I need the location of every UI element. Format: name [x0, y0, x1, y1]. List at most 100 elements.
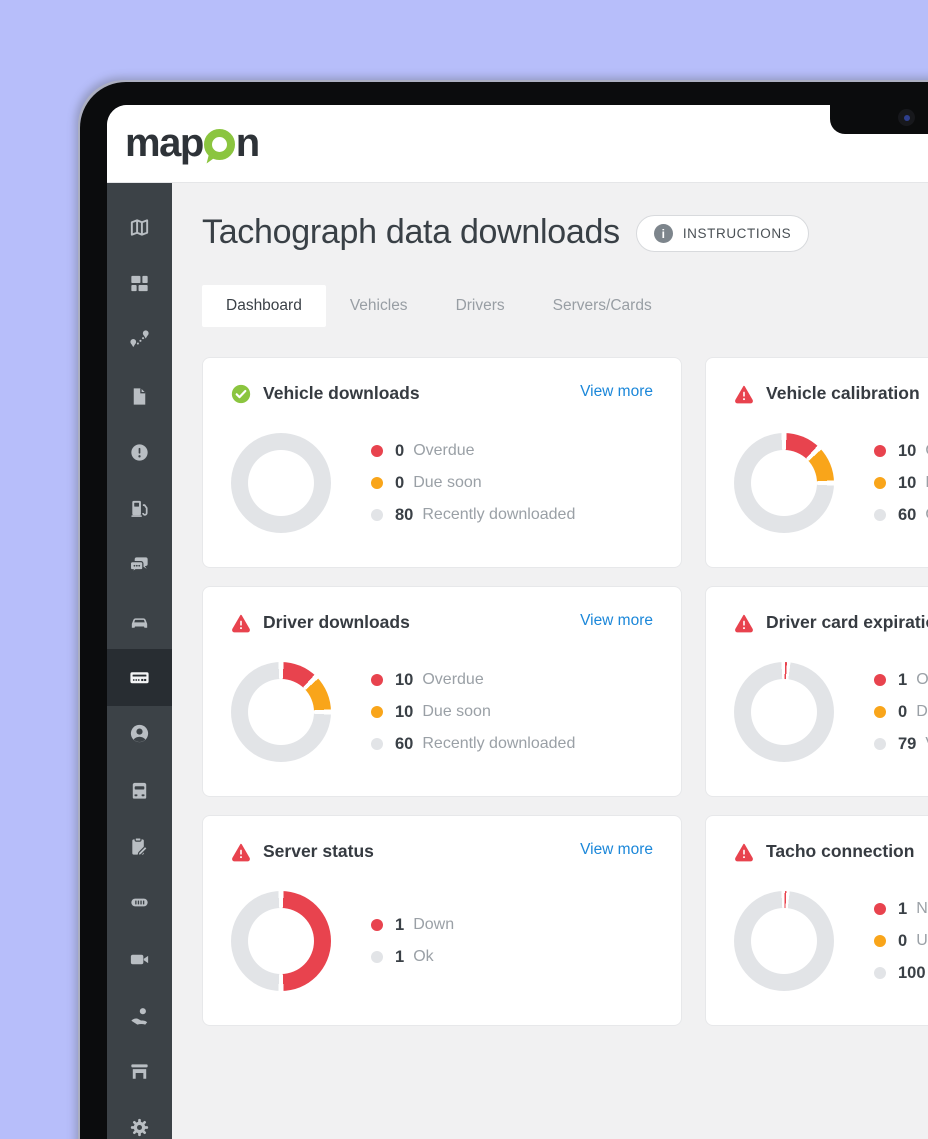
legend-dot [874, 674, 886, 686]
legend-row: 60Ok [874, 506, 928, 525]
card-server-status: Server status View more 1Down 1Ok [202, 815, 682, 1026]
warning-icon [734, 842, 754, 862]
legend-row: 100Ok [874, 964, 928, 983]
success-icon [231, 384, 251, 404]
legend-row: 0Overdue [371, 442, 575, 461]
view-more-link[interactable]: View more [580, 841, 653, 859]
tab-vehicles[interactable]: Vehicles [326, 285, 432, 327]
card-title: Driver card expiration [766, 612, 928, 633]
view-more-link[interactable]: View more [580, 612, 653, 630]
sidebar-item-routes[interactable] [107, 312, 172, 368]
tab-servers-cards[interactable]: Servers/Cards [529, 285, 676, 327]
main-content: Tachograph data downloads i INSTRUCTIONS… [172, 183, 928, 1139]
card-vehicle-downloads: Vehicle downloads View more 0Overdue 0Du… [202, 357, 682, 568]
legend-dot [371, 445, 383, 457]
legend-row: 0Due soon [874, 703, 928, 722]
sidebar-item-hardware[interactable] [107, 875, 172, 931]
vehicles-icon [128, 610, 151, 633]
donut-chart [231, 891, 331, 991]
legend-row: 0Unstable [874, 932, 928, 951]
dashboard-grid: Vehicle downloads View more 0Overdue 0Du… [202, 357, 928, 1026]
legend-row: 10Overdue [874, 442, 928, 461]
fuel-icon [128, 497, 151, 520]
donut-chart [734, 433, 834, 533]
legend-row: 0Due soon [371, 474, 575, 493]
legend-row: 1Overdue [874, 671, 928, 690]
view-more-link[interactable]: View more [580, 383, 653, 401]
logo-text-left: map [125, 121, 203, 166]
sidebar-item-tachograph[interactable] [107, 649, 172, 705]
routes-icon [128, 328, 151, 351]
legend: 1No connection 0Unstable 100Ok [874, 900, 928, 983]
card-driver-card-expiration: Driver card expiration 1Overdue 0Due soo… [705, 586, 928, 797]
map-icon [128, 216, 151, 239]
sidebar-item-vehicles[interactable] [107, 593, 172, 649]
camera-lens-icon [898, 109, 915, 126]
legend-dot [371, 919, 383, 931]
legend-row: 1Down [371, 916, 454, 935]
tab-dashboard[interactable]: Dashboard [202, 285, 326, 327]
app-sidebar [107, 183, 172, 1139]
legend-dot [371, 706, 383, 718]
warning-icon [231, 842, 251, 862]
card-title: Driver downloads [263, 612, 410, 633]
sidebar-item-dashboard[interactable] [107, 255, 172, 311]
sidebar-item-messages[interactable] [107, 537, 172, 593]
legend-row: 60Recently downloaded [371, 735, 575, 754]
alerts-icon [128, 441, 151, 464]
legend: 10Overdue 10Due soon 60Recently download… [371, 671, 575, 754]
hardware-icon [128, 891, 151, 914]
sidebar-item-camera[interactable] [107, 931, 172, 987]
sidebar-item-drivers[interactable] [107, 706, 172, 762]
documents-icon [128, 385, 151, 408]
warning-icon [734, 384, 754, 404]
messages-icon [128, 553, 151, 576]
dashboard-icon [128, 272, 151, 295]
driver-care-icon [128, 1004, 151, 1027]
legend: 1Down 1Ok [371, 916, 454, 967]
logo-o-icon [204, 129, 235, 160]
tab-drivers[interactable]: Drivers [432, 285, 529, 327]
legend-dot [874, 445, 886, 457]
card-vehicle-calibration: Vehicle calibration 10Overdue 10Due soon… [705, 357, 928, 568]
legend-dot [371, 674, 383, 686]
sidebar-item-tasks[interactable] [107, 818, 172, 874]
camera-notch [830, 105, 928, 134]
donut-chart [231, 662, 331, 762]
instructions-label: INSTRUCTIONS [683, 226, 791, 241]
sidebar-item-alerts[interactable] [107, 424, 172, 480]
card-title: Tacho connection [766, 841, 914, 862]
legend: 10Overdue 10Due soon 60Ok [874, 442, 928, 525]
sidebar-item-fuel[interactable] [107, 480, 172, 536]
legend-dot [874, 967, 886, 979]
legend-row: 10Due soon [874, 474, 928, 493]
instructions-button[interactable]: i INSTRUCTIONS [636, 215, 809, 252]
info-icon: i [654, 224, 673, 243]
drivers-icon [128, 722, 151, 745]
tasks-icon [128, 835, 151, 858]
logo[interactable]: mapn [125, 121, 259, 166]
legend-dot [874, 509, 886, 521]
sidebar-item-garage[interactable] [107, 1043, 172, 1099]
logo-text-right: n [236, 121, 259, 166]
legend-dot [371, 509, 383, 521]
sidebar-item-settings[interactable] [107, 1100, 172, 1139]
legend-dot [874, 706, 886, 718]
card-driver-downloads: Driver downloads View more 10Overdue 10D… [202, 586, 682, 797]
legend-dot [874, 935, 886, 947]
garage-icon [128, 1060, 151, 1083]
sidebar-item-documents[interactable] [107, 368, 172, 424]
legend-row: 80Recently downloaded [371, 506, 575, 525]
legend: 1Overdue 0Due soon 79Valid [874, 671, 928, 754]
device-frame: mapn [80, 82, 928, 1139]
device-screen: mapn [107, 105, 928, 1139]
page-title: Tachograph data downloads [202, 213, 620, 252]
warning-icon [231, 613, 251, 633]
tachograph-icon [128, 666, 151, 689]
card-title: Vehicle calibration [766, 383, 920, 404]
sidebar-item-fleet[interactable] [107, 762, 172, 818]
sidebar-item-map[interactable] [107, 199, 172, 255]
top-bar: mapn [107, 105, 928, 183]
legend-row: 1No connection [874, 900, 928, 919]
sidebar-item-driver-care[interactable] [107, 987, 172, 1043]
